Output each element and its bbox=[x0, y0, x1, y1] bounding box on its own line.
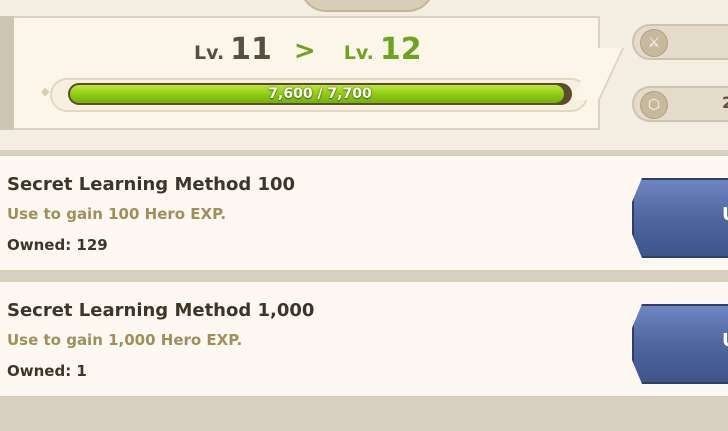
use-button-label: U bbox=[722, 330, 728, 351]
item-owned-count: Owned: 1 bbox=[7, 362, 87, 380]
next-level-prefix: Lv. bbox=[343, 42, 374, 64]
exp-bar-text: 7,600 / 7,700 bbox=[268, 86, 372, 102]
item-owned-count: Owned: 129 bbox=[7, 236, 108, 254]
side-button-shield[interactable]: ⬡ 2 bbox=[632, 86, 728, 122]
current-level: 11 bbox=[230, 32, 272, 67]
item-description: Use to gain 100 Hero EXP. bbox=[7, 205, 227, 223]
level-arrow: > bbox=[293, 36, 316, 66]
next-level: 12 bbox=[379, 32, 422, 67]
exp-bar-frame: 7,600 / 7,700 bbox=[41, 78, 597, 112]
top-area: Lv. 11 > Lv. 12 7,600 / 7,700 ⚔ ⬡ 2 bbox=[0, 0, 728, 150]
current-level-prefix: Lv. bbox=[194, 42, 225, 64]
item-description: Use to gain 1,000 Hero EXP. bbox=[7, 331, 243, 349]
item-name: Secret Learning Method 1,000 bbox=[7, 300, 315, 321]
use-button[interactable]: U bbox=[632, 304, 728, 384]
level-panel: Lv. 11 > Lv. 12 7,600 / 7,700 bbox=[14, 16, 600, 130]
top-ornament bbox=[300, 0, 434, 12]
level-row: Lv. 11 > Lv. 12 bbox=[194, 32, 434, 76]
use-button-label: U bbox=[722, 204, 728, 225]
shield-hex-icon: ⬡ bbox=[640, 91, 668, 119]
item-row: Secret Learning Method 100 Use to gain 1… bbox=[0, 154, 728, 272]
use-button[interactable]: U bbox=[632, 178, 728, 258]
sword-emblem-icon: ⚔ bbox=[640, 29, 668, 57]
side-button-sword[interactable]: ⚔ bbox=[632, 24, 728, 60]
side-button-text: 2 bbox=[722, 93, 728, 112]
item-name: Secret Learning Method 100 bbox=[7, 174, 296, 195]
item-row: Secret Learning Method 1,000 Use to gain… bbox=[0, 280, 728, 398]
